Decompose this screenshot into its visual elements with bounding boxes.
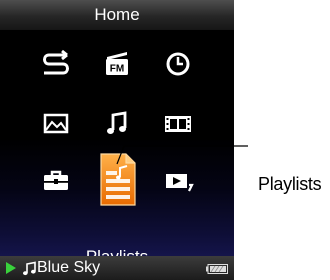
- callout-label: Playlists: [258, 174, 322, 194]
- music-note-icon: [23, 261, 36, 276]
- menu-item-now-playing[interactable]: [156, 159, 200, 203]
- menu-item-photo[interactable]: [34, 102, 78, 146]
- menu-item-playlists[interactable]: [90, 149, 144, 209]
- shuffle-icon: [43, 49, 69, 75]
- player-screen: Home FM Blue Sky: [0, 0, 234, 280]
- playlist-icon: [100, 153, 136, 206]
- home-menu-grid: FM: [0, 30, 234, 266]
- photo-icon: [43, 113, 69, 134]
- svg-text:FM: FM: [110, 64, 124, 75]
- menu-item-shuffle[interactable]: [34, 42, 78, 86]
- play-icon: [6, 262, 16, 274]
- fm-radio-icon: FM: [106, 52, 128, 75]
- menu-item-video[interactable]: [156, 102, 200, 146]
- music-note-icon: [107, 111, 127, 134]
- clock-icon: [166, 52, 190, 76]
- battery-icon: [206, 264, 228, 274]
- now-playing-track: Blue Sky: [37, 259, 101, 276]
- title-bar: Home: [0, 0, 234, 30]
- menu-item-fm-radio[interactable]: FM: [95, 42, 139, 86]
- menu-item-clock[interactable]: [156, 42, 200, 86]
- menu-item-settings[interactable]: [34, 159, 78, 203]
- status-bar: Blue Sky: [0, 256, 234, 280]
- menu-item-music[interactable]: [95, 102, 139, 146]
- screen-title: Home: [94, 5, 140, 24]
- toolbox-icon: [44, 170, 68, 190]
- film-icon: [165, 116, 191, 132]
- now-playing-icon: [166, 174, 194, 192]
